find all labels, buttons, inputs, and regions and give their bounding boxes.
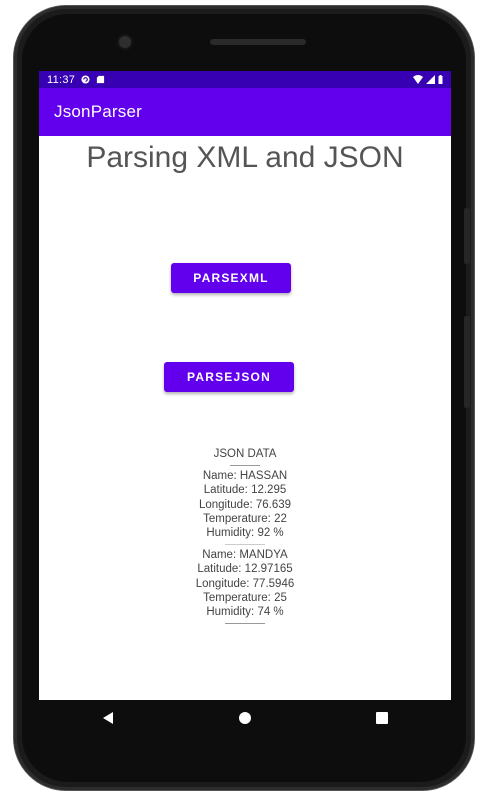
divider xyxy=(230,465,260,467)
parse-xml-button[interactable]: PARSEXML xyxy=(171,263,291,293)
recents-icon xyxy=(376,712,389,724)
recents-button[interactable] xyxy=(362,703,402,733)
entry-humidity: Humidity: 92 % xyxy=(206,527,284,540)
sd-card-icon xyxy=(97,75,105,84)
earpiece-speaker xyxy=(210,39,306,45)
status-right-group xyxy=(413,75,443,84)
sync-icon xyxy=(81,75,90,84)
entry-name: Name: MANDYA xyxy=(202,549,288,562)
json-output-text: JSON DATA Name: HASSAN Latitude: 12.295 … xyxy=(39,447,451,628)
volume-button[interactable] xyxy=(464,316,470,408)
status-time: 11:37 xyxy=(47,73,76,86)
app-bar: JsonParser xyxy=(39,88,451,136)
entry-longitude: Longitude: 77.5946 xyxy=(195,577,295,590)
app-title: JsonParser xyxy=(54,102,142,121)
front-camera xyxy=(119,36,131,48)
entry-latitude: Latitude: 12.295 xyxy=(203,484,287,497)
divider xyxy=(225,623,265,625)
signal-icon xyxy=(426,75,435,84)
entry-name: Name: HASSAN xyxy=(202,470,288,483)
status-bar: 11:37 xyxy=(39,71,451,88)
system-nav-bar xyxy=(39,700,451,736)
back-icon xyxy=(102,712,113,724)
entry-longitude: Longitude: 76.639 xyxy=(198,498,292,511)
entry-latitude: Latitude: 12.97165 xyxy=(197,563,293,576)
page-heading: Parsing XML and JSON xyxy=(86,141,404,174)
home-button[interactable] xyxy=(225,703,265,733)
entry-temperature: Temperature: 25 xyxy=(203,591,287,604)
power-button[interactable] xyxy=(464,208,470,264)
parse-json-button[interactable]: PARSEJSON xyxy=(164,362,294,392)
output-header: JSON DATA xyxy=(213,448,277,460)
entry-humidity: Humidity: 74 % xyxy=(206,606,284,619)
divider xyxy=(225,544,265,546)
home-icon xyxy=(238,712,251,724)
app-screen: 11:37 JsonParser Parsing XML and JSON PA… xyxy=(39,71,451,700)
wifi-icon xyxy=(413,75,423,84)
back-button[interactable] xyxy=(88,703,128,733)
battery-icon xyxy=(438,75,443,84)
entry-temperature: Temperature: 22 xyxy=(203,512,287,525)
